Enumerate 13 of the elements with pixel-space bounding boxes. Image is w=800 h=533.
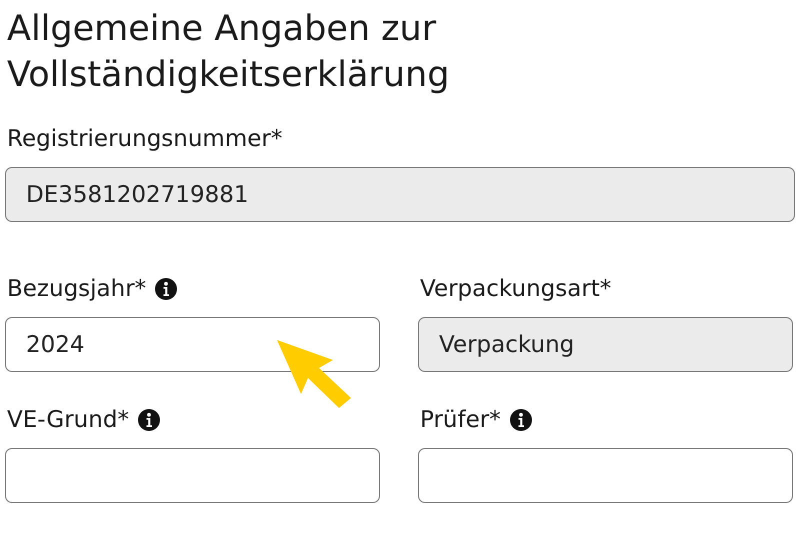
- field-label: Verpackungsart*: [420, 275, 612, 304]
- field-label: Prüfer*: [420, 406, 501, 435]
- pointer-arrow-icon: [275, 338, 353, 410]
- field-label: Registrierungsnummer*: [7, 125, 282, 154]
- input-field[interactable]: 2024: [5, 317, 380, 372]
- input-field[interactable]: [418, 448, 793, 503]
- field-label: Bezugsjahr*: [7, 275, 146, 304]
- field-label: VE-Grund*: [7, 406, 129, 435]
- info-icon[interactable]: [508, 408, 533, 432]
- page-title: Allgemeine Angaben zur Vollständigkeitserklärung: [6, 8, 450, 97]
- input-field[interactable]: [5, 448, 380, 503]
- info-icon[interactable]: [136, 408, 161, 432]
- info-icon[interactable]: [154, 277, 178, 301]
